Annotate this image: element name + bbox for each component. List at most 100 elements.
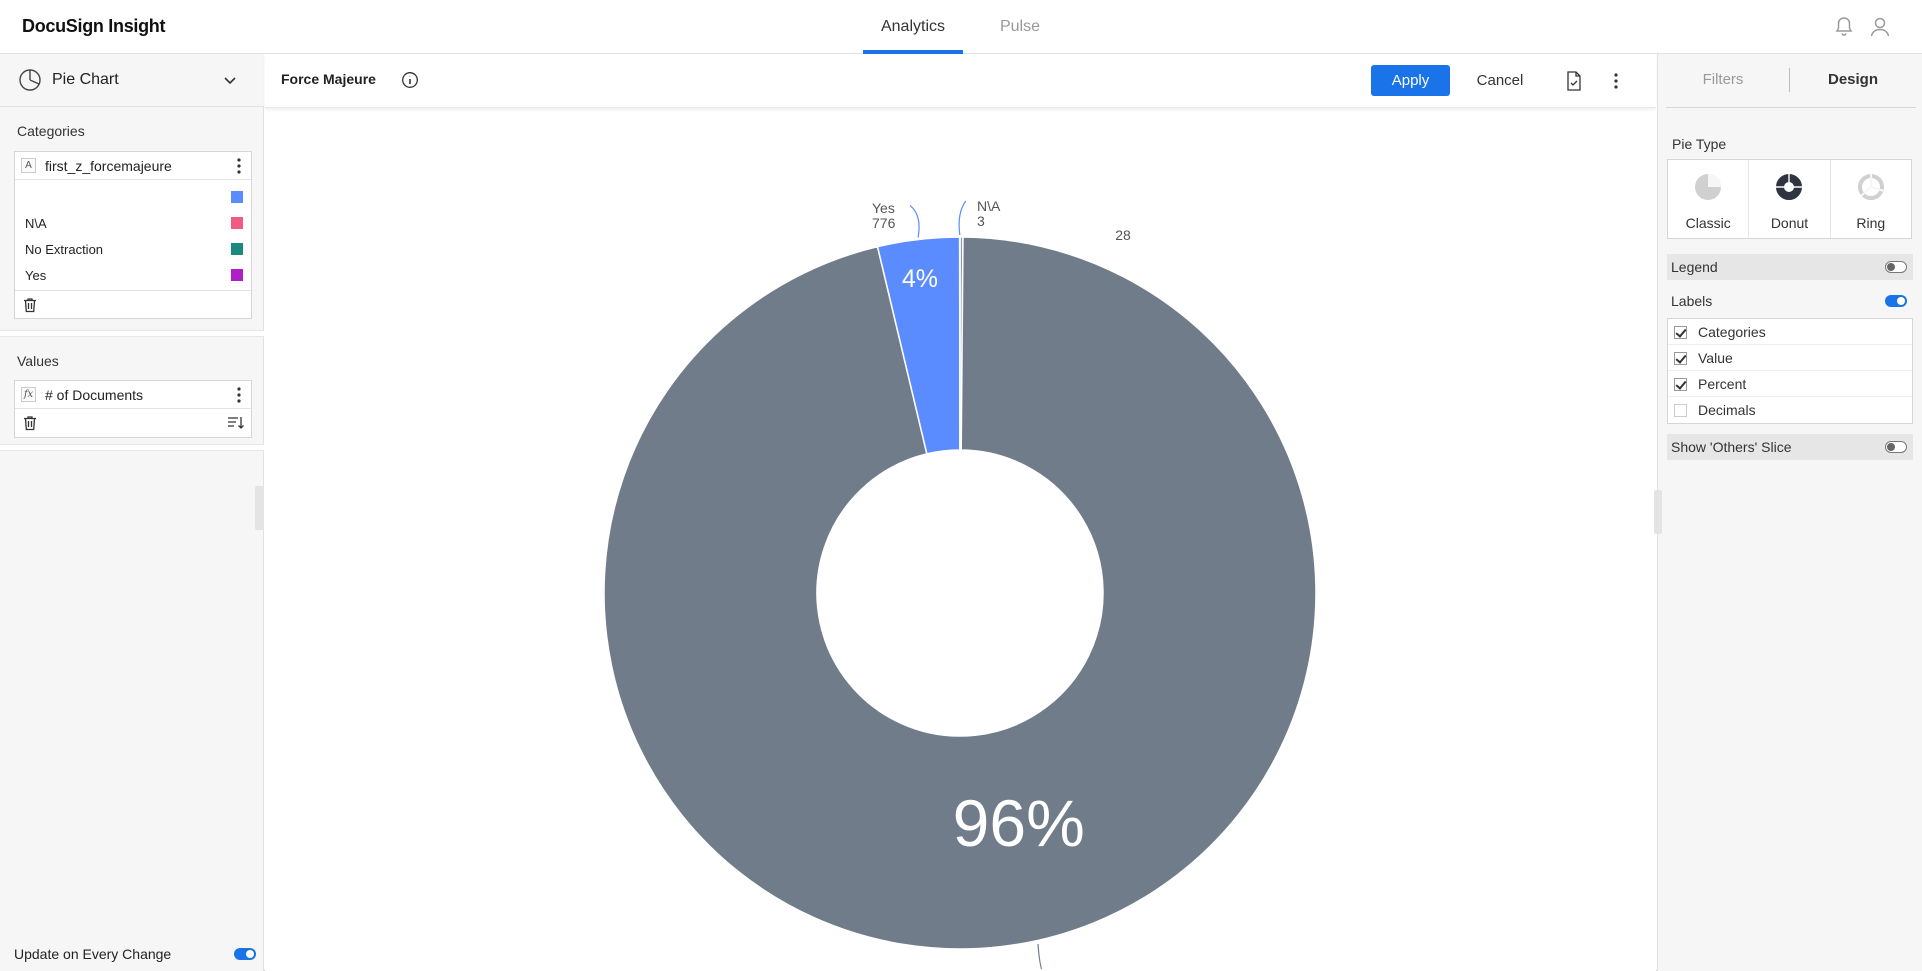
labels-label: Labels [1671, 293, 1713, 309]
category-item-label: Yes [25, 268, 47, 283]
field-menu-icon[interactable] [235, 156, 243, 176]
trash-icon[interactable] [21, 296, 39, 314]
pie-type-label: Ring [1856, 215, 1886, 231]
label-leader-line [958, 200, 967, 236]
tabs-underline [1666, 107, 1916, 108]
update-on-change-toggle[interactable] [234, 948, 256, 960]
tab-design[interactable]: Design [1818, 71, 1888, 88]
tab-filters[interactable]: Filters [1693, 71, 1753, 88]
category-color-swatch[interactable] [231, 217, 243, 229]
categories-title: Categories [17, 123, 85, 139]
category-item[interactable]: N\A [15, 210, 251, 236]
text-type-icon: A [21, 158, 36, 173]
user-icon[interactable] [1868, 15, 1892, 39]
pie-chart-icon [19, 69, 41, 91]
label-options: Categories Value Percent Decimals [1667, 318, 1913, 424]
slice-value-label: 28 [1115, 227, 1131, 243]
category-item[interactable]: Yes [15, 262, 251, 288]
categories-field-box: A first_z_forcemajeure N\A No Extraction… [14, 151, 252, 319]
pie-type-title: Pie Type [1672, 136, 1727, 152]
save-document-icon[interactable] [1564, 70, 1584, 92]
category-item-label: No Extraction [25, 242, 104, 257]
pie-type-label: Donut [1770, 215, 1809, 231]
others-slice-label: Show 'Others' Slice [1671, 439, 1792, 455]
slice-value-label: 3 [977, 213, 985, 229]
label-option-text: Decimals [1698, 402, 1756, 418]
category-color-swatch[interactable] [231, 243, 243, 255]
apply-button[interactable]: Apply [1371, 65, 1450, 96]
donut-pie-icon [1776, 174, 1803, 200]
tab-pulse[interactable]: Pulse [972, 0, 1068, 54]
info-icon[interactable] [401, 71, 419, 89]
labels-row: Labels [1667, 290, 1913, 314]
chart-title: Force Majeure [281, 71, 376, 87]
donut-chart: 96%4%Yes776N\A328No Extraction20.13K [603, 198, 1317, 969]
pie-type-label: Classic [1685, 215, 1731, 231]
label-option-text: Categories [1698, 324, 1766, 340]
label-option-categories[interactable]: Categories [1668, 319, 1912, 345]
label-option-value[interactable]: Value [1668, 345, 1912, 371]
slice-category-label: N\A [977, 198, 1001, 214]
ring-pie-icon [1857, 174, 1885, 200]
category-item-label: N\A [25, 216, 47, 231]
chart-type-selector[interactable]: Pie Chart [0, 54, 264, 107]
categories-footer [15, 290, 251, 318]
checkbox[interactable] [1674, 378, 1687, 391]
value-field[interactable]: fx # of Documents [15, 381, 251, 409]
label-option-text: Value [1698, 350, 1733, 366]
others-slice-row: Show 'Others' Slice [1667, 434, 1913, 460]
category-field[interactable]: A first_z_forcemajeure [15, 152, 251, 180]
category-field-name: first_z_forcemajeure [45, 158, 172, 174]
label-leader-line [1037, 943, 1043, 969]
labels-toggle[interactable] [1885, 295, 1907, 307]
classic-pie-icon [1695, 174, 1722, 200]
right-panel-collapse-handle[interactable] [1654, 490, 1662, 534]
sort-icon[interactable] [227, 415, 245, 431]
tab-analytics[interactable]: Analytics [863, 0, 963, 54]
cancel-button[interactable]: Cancel [1465, 65, 1535, 96]
category-item[interactable] [15, 184, 251, 210]
update-on-change-label: Update on Every Change [14, 946, 172, 962]
label-option-decimals[interactable]: Decimals [1668, 397, 1912, 423]
checkbox[interactable] [1674, 352, 1687, 365]
value-field-name: # of Documents [45, 387, 144, 403]
formula-type-icon: fx [21, 387, 36, 402]
pie-type-ring[interactable]: Ring [1831, 160, 1911, 238]
update-on-change-row: Update on Every Change [14, 945, 256, 963]
right-panel: Filters Design Pie Type Classic Donut Ri… [1654, 54, 1922, 971]
legend-toggle[interactable] [1885, 261, 1907, 273]
values-field-box: fx # of Documents [14, 380, 252, 438]
slice-category-label: Yes [872, 200, 895, 216]
chart-type-label: Pie Chart [52, 71, 119, 88]
top-bar: DocuSign Insight Analytics Pulse [0, 0, 1922, 54]
left-panel-collapse-handle[interactable] [255, 486, 264, 530]
chevron-down-icon[interactable] [222, 72, 238, 88]
brand-logo[interactable]: DocuSign Insight [22, 16, 166, 37]
legend-label: Legend [1671, 259, 1718, 275]
category-item[interactable]: No Extraction [15, 236, 251, 262]
others-slice-toggle[interactable] [1885, 441, 1907, 453]
category-color-swatch[interactable] [231, 191, 243, 203]
label-option-percent[interactable]: Percent [1668, 371, 1912, 397]
values-title: Values [17, 353, 59, 369]
section-divider [0, 444, 264, 451]
checkbox[interactable] [1674, 326, 1687, 339]
pie-type-selector: Classic Donut Ring [1667, 159, 1912, 239]
slice-percent-label: 4% [902, 265, 938, 293]
legend-row: Legend [1667, 254, 1913, 280]
chart-canvas-area: Force Majeure Apply Cancel 96% 4% Yes 776 N\… [265, 54, 1656, 971]
field-menu-icon[interactable] [235, 385, 243, 405]
values-footer [15, 409, 251, 437]
pie-type-classic[interactable]: Classic [1668, 160, 1750, 238]
chart-toolbar: Force Majeure Apply Cancel [265, 54, 1656, 108]
more-options-icon[interactable] [1612, 70, 1620, 92]
category-color-swatch[interactable] [231, 269, 243, 281]
slice-percent-label: 96% [953, 786, 1085, 860]
bell-icon[interactable] [1832, 15, 1856, 39]
trash-icon[interactable] [21, 414, 39, 432]
pie-type-donut[interactable]: Donut [1749, 160, 1831, 238]
tab-separator [1789, 68, 1790, 92]
section-divider [0, 330, 264, 337]
label-leader-line [909, 205, 920, 238]
checkbox[interactable] [1674, 404, 1687, 417]
